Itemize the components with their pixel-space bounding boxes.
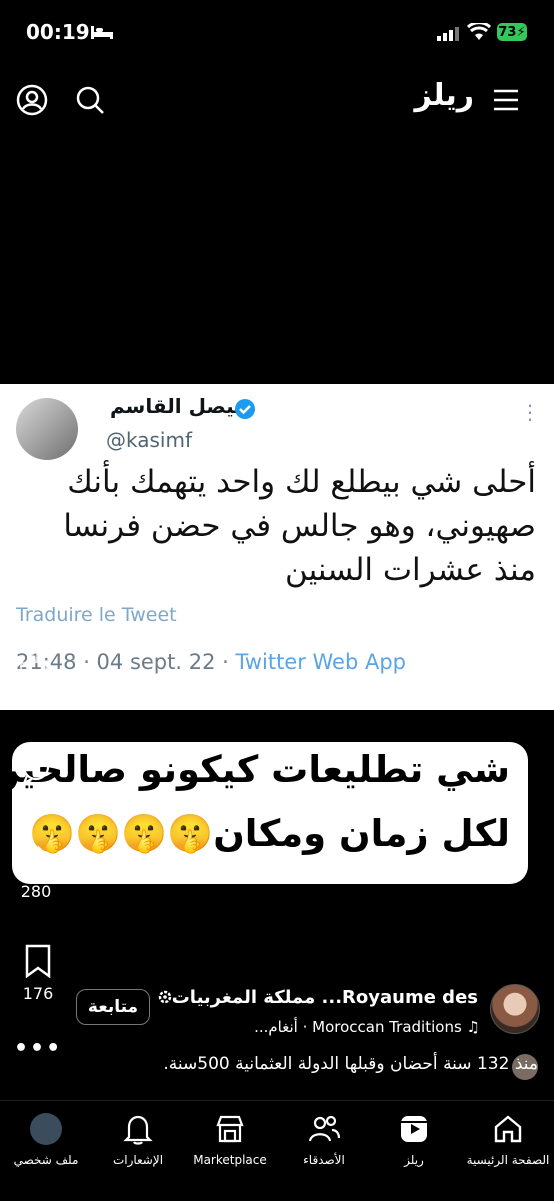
menu-icon <box>494 89 518 111</box>
profile-avatar <box>30 1113 62 1145</box>
author-name[interactable]: مملكة المغربيات ...Royaume des <box>172 987 478 1008</box>
caption-line: شي تطليعات كيكونو صالحين <box>0 748 510 791</box>
nav-reels[interactable]: ريلز <box>368 1109 460 1167</box>
nav-home[interactable]: الصفحة الرئيسية <box>462 1109 554 1167</box>
menu-button[interactable] <box>488 82 524 118</box>
author-avatar[interactable] <box>490 984 540 1034</box>
bookmark-icon <box>25 944 51 979</box>
nav-profile[interactable]: ملف شخصي <box>0 1109 92 1167</box>
friends-icon <box>278 1109 370 1149</box>
gear-icon <box>156 988 174 1010</box>
search-button[interactable] <box>72 82 108 118</box>
like-button[interactable]: 4.6 ألف <box>4 648 64 707</box>
battery-indicator: 73 ⚡ <box>497 23 527 41</box>
tweet-meta: 21:48 · 04 sept. 22 · Twitter Web App <box>16 650 407 674</box>
tweet-text: أحلى شي بيطلع لك واحد يتهمك بأنك صهيوني،… <box>63 464 536 588</box>
audio-track[interactable]: ♫ Moroccan Traditions · أنغام... <box>254 1018 480 1036</box>
follow-button[interactable]: متابعة <box>76 989 150 1025</box>
music-note-icon: ♫ <box>461 1018 480 1036</box>
store-icon <box>184 1109 276 1149</box>
caption-line: لكل زمان ومكان🤫🤫🤫🤫 <box>28 812 510 855</box>
video-caption-box: شي تطليعات كيكونو صالحين لكل زمان ومكان🤫… <box>0 742 528 884</box>
bell-icon <box>92 1109 184 1149</box>
status-time: 00:19 <box>26 20 90 44</box>
signal-icon <box>437 26 459 45</box>
more-options-button[interactable]: ••• <box>14 1036 62 1061</box>
share-button[interactable]: 280 <box>8 844 64 901</box>
search-icon <box>76 86 104 114</box>
thumbs-up-icon <box>19 650 49 681</box>
comment-icon <box>21 753 50 786</box>
nav-notifications[interactable]: الإشعارات <box>92 1109 184 1167</box>
share-icon <box>19 845 53 874</box>
wifi-icon <box>466 21 492 45</box>
bed-icon <box>90 24 114 44</box>
reels-icon <box>368 1109 460 1149</box>
tweet-card: فيصل القاسم @kasimf ⋮ أحلى شي بيطلع لك و… <box>0 384 554 710</box>
tweet-author-name: فيصل القاسم <box>110 394 248 418</box>
home-icon <box>462 1109 554 1149</box>
nav-friends[interactable]: الأصدقاء <box>278 1109 370 1167</box>
bottom-navigation: الصفحة الرئيسية ريلز الأصدقاء Marketplac… <box>0 1100 554 1201</box>
post-caption[interactable]: منذ 132 سنة أحضان وقبلها الدولة العثماني… <box>163 1054 538 1074</box>
profile-button[interactable] <box>14 82 50 118</box>
nav-marketplace[interactable]: Marketplace <box>184 1109 276 1167</box>
comment-button[interactable]: 198 <box>8 752 64 811</box>
tweet-handle: @kasimf <box>106 428 192 452</box>
page-title: ريلز <box>414 78 474 113</box>
save-button[interactable]: 176 <box>10 944 66 1003</box>
translate-link: Traduire le Tweet <box>16 604 177 626</box>
tweet-avatar <box>16 398 78 460</box>
user-circle-icon <box>16 84 48 116</box>
verified-icon <box>234 398 256 424</box>
more-dots-icon: ⋮ <box>520 400 540 424</box>
